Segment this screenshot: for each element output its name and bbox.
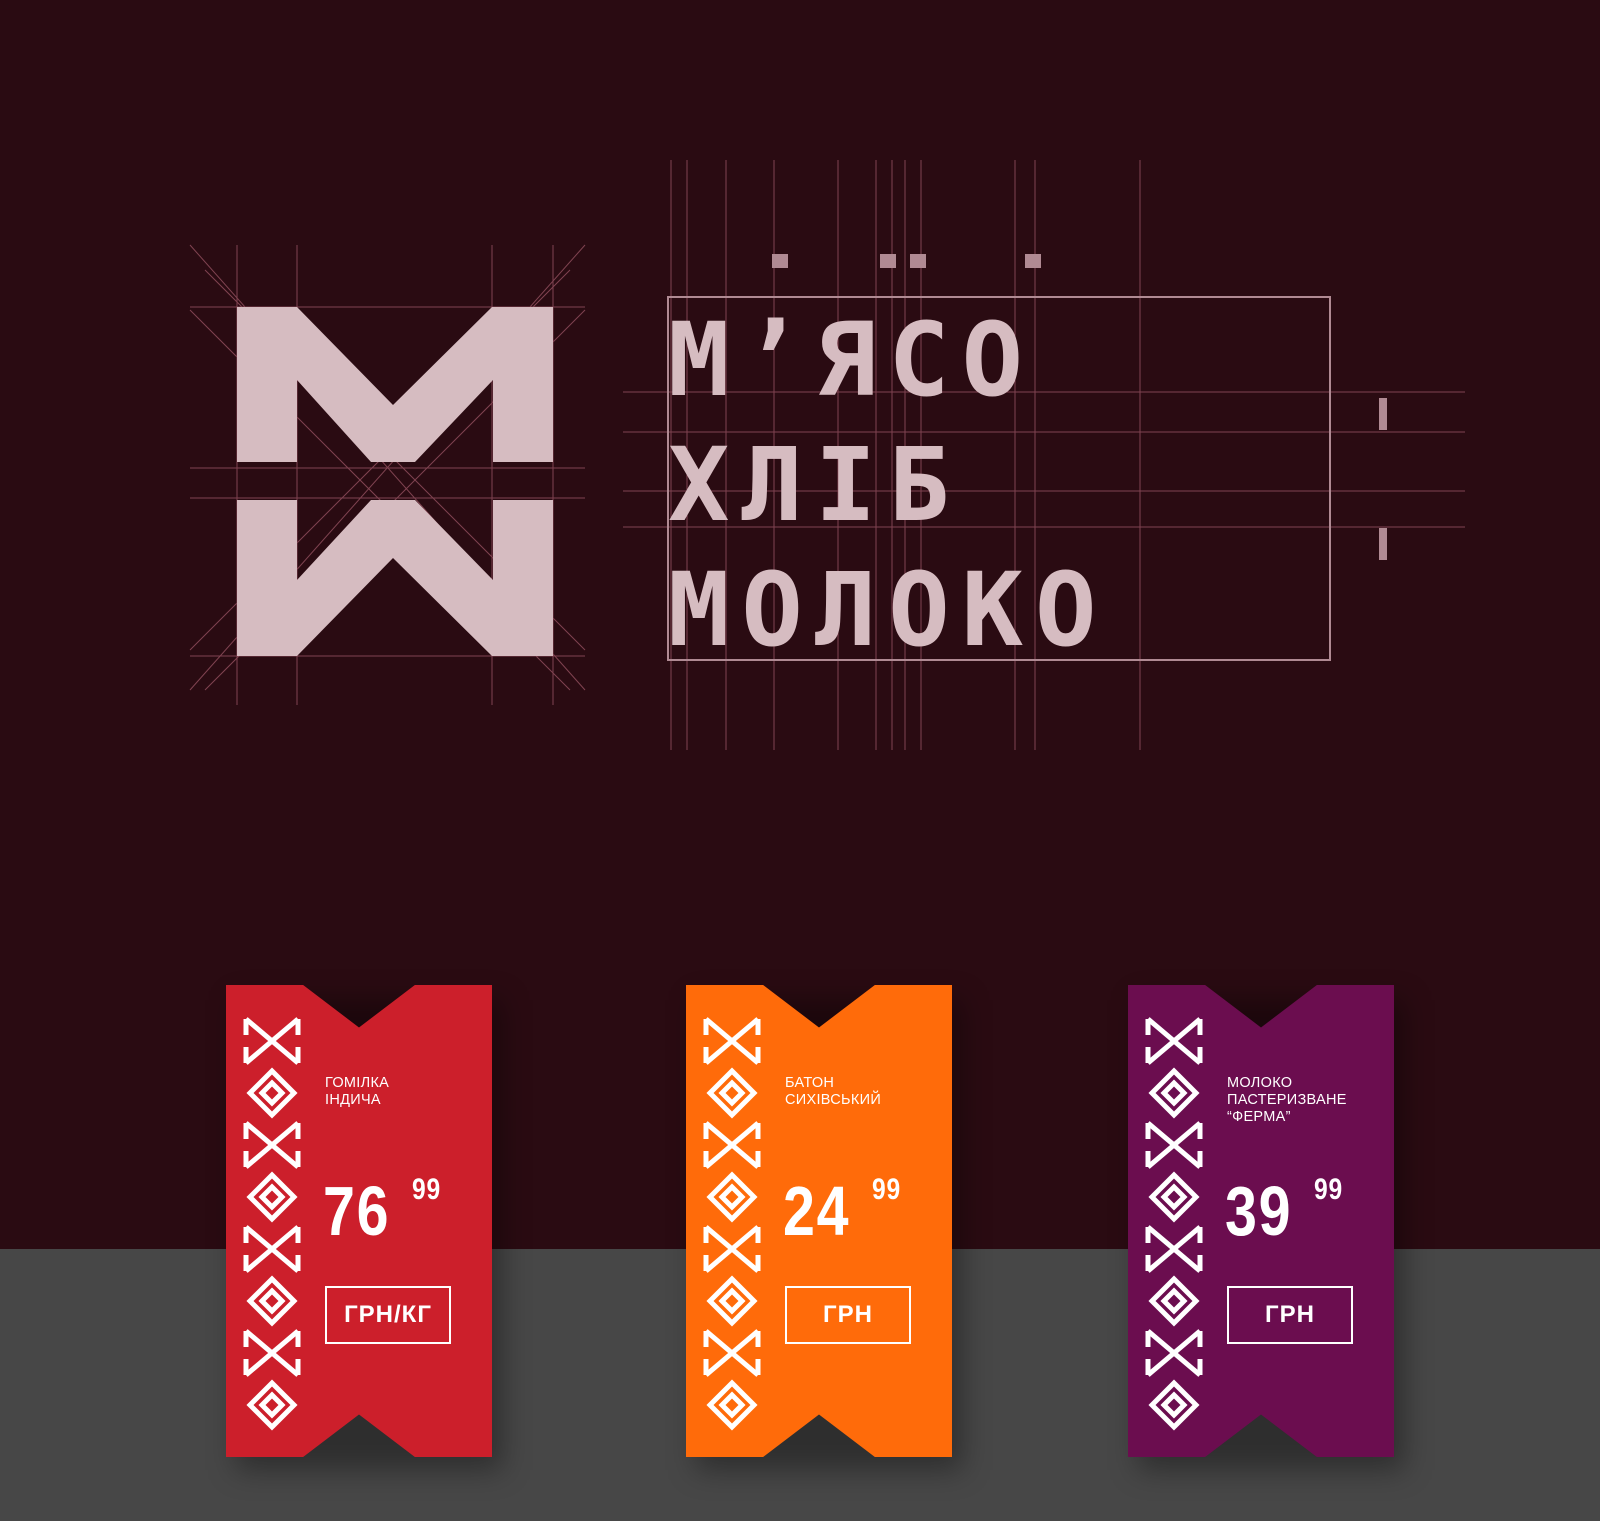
- price-cents: 99: [1314, 1173, 1344, 1206]
- wordmark-line-1: М’ЯСО: [668, 301, 1036, 420]
- embroidery-ornament-icon: [703, 1017, 761, 1431]
- product-name: ГОМІЛКА ІНДИЧА: [325, 1075, 390, 1108]
- ornament-diamond-motif: [1148, 1379, 1200, 1431]
- ornament-diamond-motif: [706, 1171, 758, 1223]
- product-name: МОЛОКО ПАСТЕРИЗВАНЕ “ФЕРМА”: [1227, 1075, 1347, 1125]
- ornament-cross-motif: [703, 1225, 761, 1273]
- embroidery-ornament-icon: [1145, 1017, 1203, 1431]
- ornament-cross-motif: [1145, 1017, 1203, 1065]
- ornament-diamond-motif: [246, 1379, 298, 1431]
- price-tag-bread: БАТОН СИХІВСЬКИЙ 24 99 ГРН: [686, 985, 952, 1457]
- ornament-diamond-motif: [246, 1067, 298, 1119]
- price-tag-turkey: ГОМІЛКА ІНДИЧА 76 99 ГРН/КГ: [226, 985, 492, 1457]
- ornament-cross-motif: [703, 1121, 761, 1169]
- product-name: БАТОН СИХІВСЬКИЙ: [785, 1075, 882, 1108]
- price-main: 76: [323, 1172, 391, 1250]
- price-unit: ГРН/КГ: [325, 1286, 451, 1344]
- wordmark-line-2: ХЛІБ: [668, 426, 962, 545]
- ornament-cross-motif: [1145, 1225, 1203, 1273]
- mx-monogram-icon: [237, 307, 553, 656]
- ornament-cross-motif: [243, 1121, 301, 1169]
- ornament-cross-motif: [1145, 1329, 1203, 1377]
- price-tag-milk: МОЛОКО ПАСТЕРИЗВАНЕ “ФЕРМА” 39 99 ГРН: [1128, 985, 1394, 1457]
- ornament-diamond-motif: [706, 1379, 758, 1431]
- price-cents: 99: [872, 1173, 902, 1206]
- ornament-diamond-motif: [1148, 1275, 1200, 1327]
- price-main: 24: [783, 1172, 851, 1250]
- price-unit: ГРН: [785, 1286, 911, 1344]
- ornament-diamond-motif: [1148, 1067, 1200, 1119]
- logo-construction: М’ЯСО ХЛІБ МОЛОКО: [0, 0, 1600, 800]
- wordmark-line-3: МОЛОКО: [668, 551, 1109, 670]
- ornament-cross-motif: [703, 1017, 761, 1065]
- ornament-diamond-motif: [706, 1275, 758, 1327]
- price-main: 39: [1225, 1172, 1293, 1250]
- ornament-cross-motif: [243, 1017, 301, 1065]
- price-cents: 99: [412, 1173, 442, 1206]
- ornament-cross-motif: [243, 1329, 301, 1377]
- ornament-diamond-motif: [706, 1067, 758, 1119]
- ornament-cross-motif: [703, 1329, 761, 1377]
- ornament-cross-motif: [1145, 1121, 1203, 1169]
- embroidery-ornament-icon: [243, 1017, 301, 1431]
- ornament-diamond-motif: [1148, 1171, 1200, 1223]
- ornament-diamond-motif: [246, 1275, 298, 1327]
- price-unit: ГРН: [1227, 1286, 1353, 1344]
- ornament-cross-motif: [243, 1225, 301, 1273]
- ornament-diamond-motif: [246, 1171, 298, 1223]
